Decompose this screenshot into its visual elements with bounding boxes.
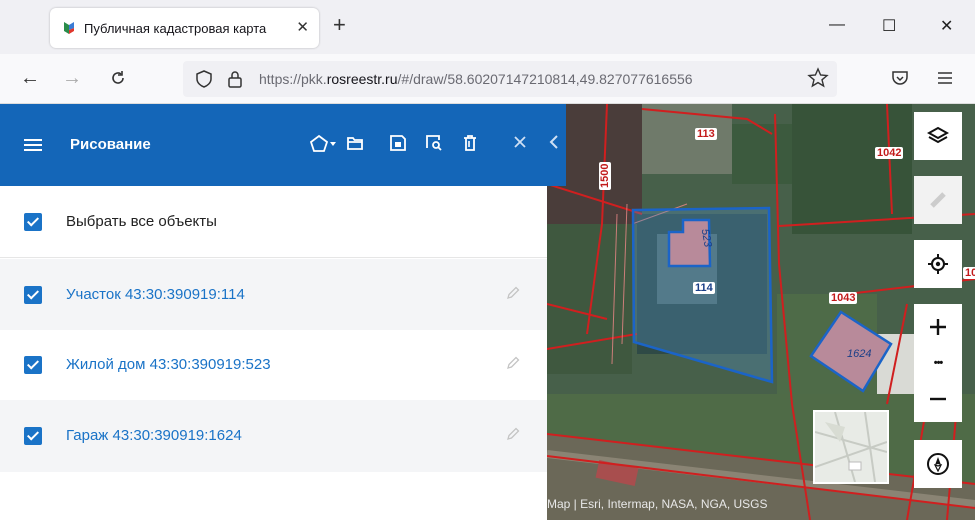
item-link[interactable]: Жилой дом 43:30:390919:523 bbox=[66, 356, 271, 373]
window-minimize-button[interactable]: — bbox=[829, 16, 845, 34]
map-attribution: Map | Esri, Intermap, NASA, NGA, USGS bbox=[547, 497, 768, 511]
crosshair-icon bbox=[928, 254, 948, 274]
layers-icon bbox=[927, 126, 949, 144]
zoom-out-button[interactable] bbox=[914, 376, 962, 422]
forward-arrow-icon[interactable]: → bbox=[62, 66, 82, 90]
layers-button[interactable] bbox=[914, 112, 962, 160]
select-all-checkbox[interactable] bbox=[24, 213, 42, 231]
ruler-icon bbox=[930, 192, 946, 208]
address-bar[interactable]: https://pkk.rosreestr.ru/#/draw/58.60207… bbox=[183, 61, 837, 97]
list-item[interactable]: Участок 43:30:390919:114 bbox=[0, 259, 547, 330]
lock-icon[interactable] bbox=[227, 69, 243, 94]
item-link[interactable]: Участок 43:30:390919:114 bbox=[66, 286, 245, 303]
parcel-label: 113 bbox=[695, 128, 717, 140]
browser-tab[interactable]: Публичная кадастровая карта ✕ bbox=[50, 8, 319, 48]
parcel-label: 1043 bbox=[829, 292, 858, 304]
satellite-map-layer[interactable] bbox=[547, 104, 975, 520]
window-close-button[interactable]: ✕ bbox=[940, 16, 953, 36]
edit-pencil-icon[interactable] bbox=[505, 355, 521, 371]
select-all-label: Выбрать все объекты bbox=[66, 213, 217, 230]
app-menu-icon[interactable] bbox=[936, 70, 954, 91]
edit-pencil-icon[interactable] bbox=[505, 285, 521, 301]
close-panel-icon[interactable] bbox=[513, 134, 527, 154]
tab-close-icon[interactable]: ✕ bbox=[296, 18, 309, 36]
browser-navbar: ← → https://pkk.rosreestr.ru/#/draw/58.6… bbox=[0, 54, 975, 104]
shield-icon[interactable] bbox=[195, 69, 213, 94]
measure-button[interactable] bbox=[914, 176, 962, 224]
item-checkbox[interactable] bbox=[24, 286, 42, 304]
parcel-label: 104 bbox=[963, 267, 975, 279]
trash-icon[interactable] bbox=[462, 134, 478, 157]
overview-minimap[interactable] bbox=[813, 410, 889, 484]
locate-button[interactable] bbox=[914, 240, 962, 288]
item-checkbox[interactable] bbox=[24, 427, 42, 445]
edit-pencil-icon[interactable] bbox=[505, 426, 521, 442]
parcel-label: 1042 bbox=[875, 147, 904, 159]
rosreestr-favicon-icon bbox=[62, 21, 76, 35]
panel-header: Рисование bbox=[0, 104, 566, 186]
compass-button[interactable] bbox=[914, 440, 962, 488]
back-arrow-icon[interactable]: ← bbox=[20, 66, 40, 90]
bookmark-star-icon[interactable] bbox=[807, 67, 829, 94]
collapse-panel-chevron-icon[interactable] bbox=[549, 134, 559, 155]
hamburger-menu-icon[interactable] bbox=[24, 139, 42, 151]
pocket-icon[interactable] bbox=[890, 68, 910, 93]
list-item[interactable]: Гараж 43:30:390919:1624 bbox=[0, 400, 547, 472]
compass-icon bbox=[927, 453, 949, 475]
zoom-to-selection-icon[interactable] bbox=[425, 134, 443, 157]
new-tab-button[interactable]: + bbox=[333, 14, 346, 36]
window-maximize-button[interactable]: ☐ bbox=[882, 16, 896, 36]
item-checkbox[interactable] bbox=[24, 356, 42, 374]
tab-title: Публичная кадастровая карта bbox=[84, 20, 267, 36]
cadastral-map-app: 113 1500 114 523 1042 1043 1624 104 ••• bbox=[0, 104, 975, 520]
plus-icon bbox=[930, 319, 946, 335]
save-icon[interactable] bbox=[389, 134, 407, 157]
folder-open-icon[interactable] bbox=[346, 134, 364, 157]
item-link[interactable]: Гараж 43:30:390919:1624 bbox=[66, 427, 242, 444]
minus-icon bbox=[930, 397, 946, 401]
map-view[interactable]: 113 1500 114 523 1042 1043 1624 104 ••• bbox=[547, 104, 975, 520]
shapes-dropdown-icon[interactable] bbox=[309, 134, 338, 159]
parcel-label: 1500 bbox=[599, 161, 611, 190]
panel-title: Рисование bbox=[70, 136, 151, 153]
parcel-label: 114 bbox=[693, 282, 715, 294]
browser-tabbar: Публичная кадастровая карта ✕ + — ☐ ✕ bbox=[0, 0, 975, 54]
zoom-in-button[interactable] bbox=[914, 304, 962, 350]
zoom-more-button[interactable]: ••• bbox=[914, 350, 962, 376]
list-item[interactable]: Жилой дом 43:30:390919:523 bbox=[0, 330, 547, 400]
parcel-label: 1624 bbox=[847, 348, 872, 360]
url-text[interactable]: https://pkk.rosreestr.ru/#/draw/58.60207… bbox=[259, 71, 804, 87]
select-all-row[interactable]: Выбрать все объекты bbox=[0, 186, 547, 258]
reload-icon[interactable] bbox=[108, 66, 128, 94]
